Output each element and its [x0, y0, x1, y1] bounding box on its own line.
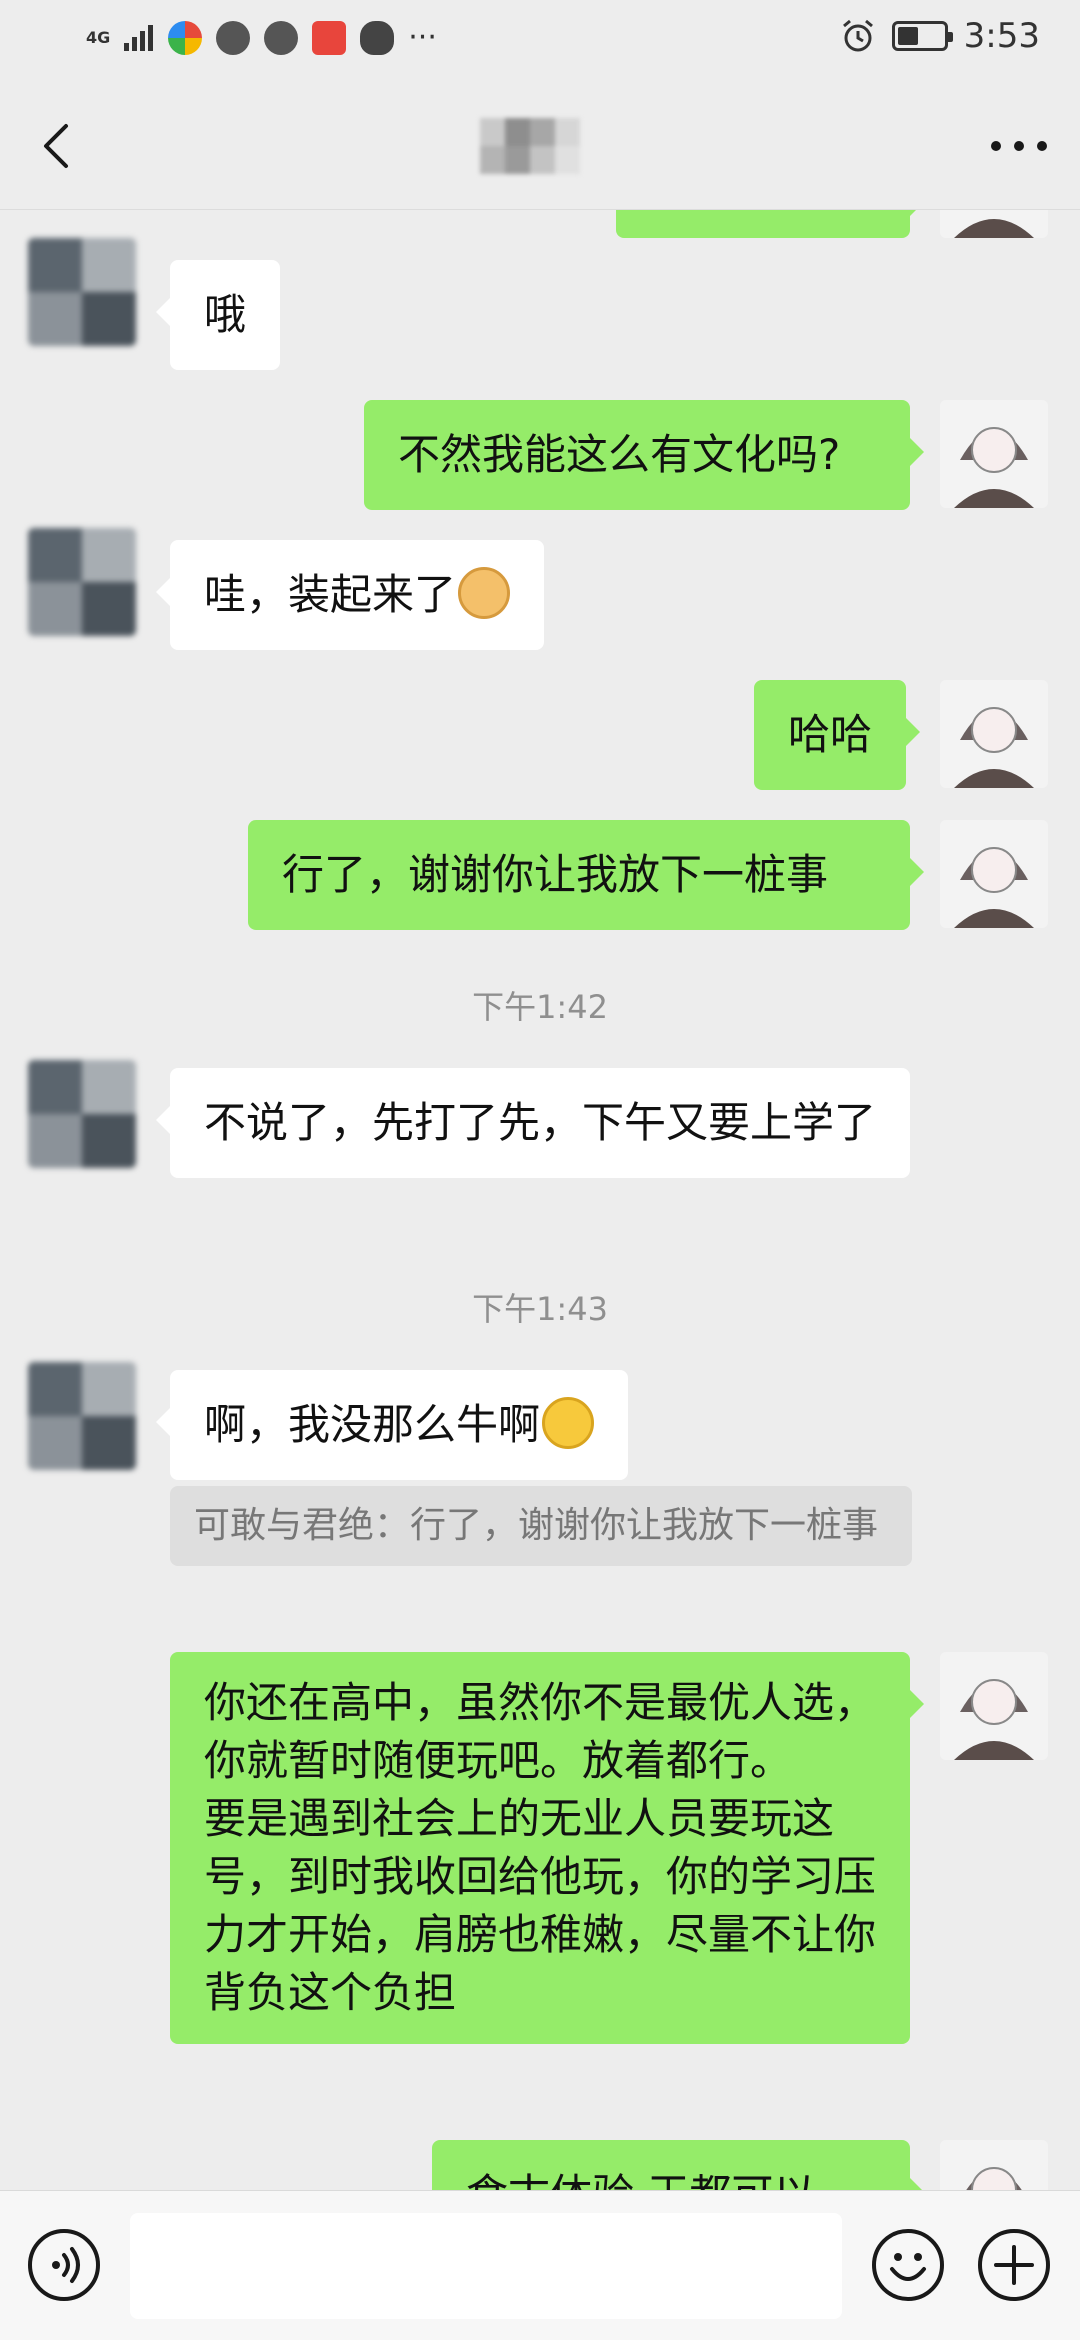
- quoted-message[interactable]: 可敢与君绝：行了，谢谢你让我放下一桩事: [170, 1486, 912, 1566]
- app-notification-icon: [168, 20, 203, 55]
- message-text: 啊，我没那么牛啊: [204, 1400, 541, 1449]
- camera-app-icon: [264, 20, 299, 55]
- network-type: 4G: [86, 27, 111, 47]
- plus-icon: [994, 2245, 1034, 2285]
- audio-app-icon: [216, 20, 251, 55]
- more-notifications: ···: [408, 20, 437, 55]
- status-left-icons: 4G ···: [86, 20, 437, 55]
- status-bar: 4G ··· 3:53: [0, 0, 1080, 84]
- my-avatar-icon[interactable]: [940, 2140, 1048, 2190]
- message-bubble[interactable]: 行了，谢谢你让我放下一桩事: [248, 820, 924, 930]
- smile-icon: [890, 2253, 926, 2281]
- message-bubble[interactable]: 不说了，先打了先，下午又要上学了: [156, 1068, 910, 1178]
- thinking-emoji-icon: [542, 1397, 595, 1449]
- message-bubble[interactable]: 哈哈: [754, 680, 921, 790]
- my-avatar-icon[interactable]: [940, 680, 1048, 788]
- my-avatar-icon[interactable]: [940, 1652, 1048, 1760]
- battery-icon: [891, 21, 953, 51]
- timestamp: 下午1:42: [472, 988, 608, 1026]
- message-input[interactable]: [130, 2213, 842, 2319]
- video-app-icon: [312, 20, 347, 55]
- contact-avatar[interactable]: [28, 528, 136, 636]
- contact-avatar[interactable]: [28, 238, 136, 346]
- status-right: 3:53: [840, 16, 1040, 56]
- message-bubble[interactable]: 哦: [155, 260, 281, 370]
- doge-emoji-icon: [458, 567, 511, 619]
- contact-name-pixelated: [480, 118, 580, 174]
- contact-avatar[interactable]: [28, 1060, 136, 1168]
- timestamp: 下午1:43: [472, 1290, 608, 1328]
- my-avatar-icon[interactable]: [940, 820, 1048, 928]
- chat-header: [0, 84, 1080, 210]
- message-bubble[interactable]: 食古体验 王都可以: [432, 2140, 924, 2190]
- clock: 3:53: [963, 16, 1040, 56]
- voice-icon: [52, 2247, 80, 2283]
- message-bubble[interactable]: 哇，装起来了: [155, 540, 545, 650]
- message-text: 哇，装起来了: [204, 570, 457, 619]
- alarm-icon: [842, 19, 873, 52]
- message-bubble[interactable]: 不然我能这么有文化吗?: [364, 400, 924, 510]
- my-avatar-icon[interactable]: [940, 210, 1048, 238]
- message-bubble[interactable]: 你还在高中，虽然你不是最优人选，你就暂时随便玩吧。放着都行。 要是遇到社会上的无…: [170, 1652, 924, 2044]
- contact-avatar[interactable]: [28, 1362, 136, 1470]
- qq-icon: [360, 20, 395, 55]
- voice-input-button[interactable]: [28, 2229, 100, 2301]
- emoji-button[interactable]: [872, 2229, 944, 2301]
- message-bubble[interactable]: 啊，我没那么牛啊: [155, 1370, 629, 1480]
- signal-icon: [124, 24, 154, 51]
- my-avatar-icon[interactable]: [940, 400, 1048, 508]
- chat-messages[interactable]: 哦 不然我能这么有文化吗? 哇，装起来了 哈哈 行了，谢谢你让我放下一桩事 下午…: [0, 210, 1080, 2190]
- input-bar: [0, 2190, 1080, 2340]
- chevron-left-icon[interactable]: [28, 116, 88, 176]
- message-bubble-partial[interactable]: [616, 210, 924, 238]
- more-dots-icon[interactable]: [986, 126, 1052, 166]
- more-functions-button[interactable]: [978, 2229, 1050, 2301]
